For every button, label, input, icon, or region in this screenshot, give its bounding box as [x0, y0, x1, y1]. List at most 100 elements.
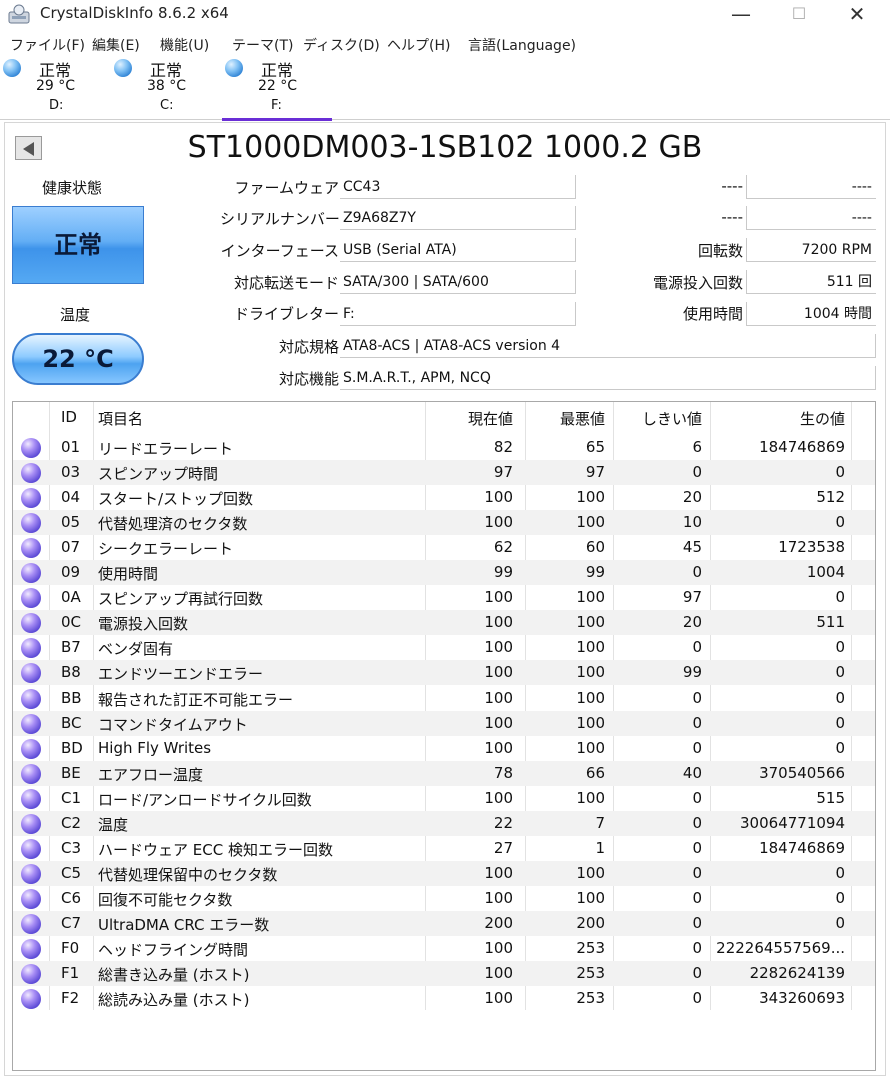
table-row[interactable]: 01 リードエラーレート 82 65 6 184746869: [13, 435, 875, 460]
menu-bar: ファイル(F) 編集(E) 機能(U) テーマ(T) ディスク(D) ヘルプ(H…: [0, 32, 890, 56]
cell-worst: 60: [585, 538, 605, 557]
cell-raw: 0: [835, 863, 845, 882]
close-button[interactable]: ✕: [828, 0, 886, 30]
table-row[interactable]: 07 シークエラーレート 62 60 45 1723538: [13, 535, 875, 560]
cell-name: 使用時間: [98, 565, 159, 584]
table-row[interactable]: F1 総書き込み量 (ホスト) 100 253 0 2282624139: [13, 961, 875, 987]
drive-tab-c[interactable]: 正常 38 °C C:: [111, 56, 221, 120]
attribute-status-icon: [21, 863, 41, 884]
cell-id: 09: [61, 563, 81, 582]
cell-id: 0A: [61, 588, 81, 607]
drive-tab-f[interactable]: 正常 22 °C F:: [222, 56, 332, 121]
power-on-count-value: 511 回: [746, 270, 876, 294]
table-row[interactable]: F2 総読み込み量 (ホスト) 100 253 0 343260693: [13, 986, 875, 1011]
table-row[interactable]: BC コマンドタイムアウト 100 100 0 0: [13, 710, 875, 736]
drive-letter: D:: [49, 98, 64, 113]
table-row[interactable]: 0C 電源投入回数 100 100 20 511: [13, 610, 875, 636]
table-row[interactable]: BD High Fly Writes 100 100 0 0: [13, 736, 875, 761]
cell-id: F1: [61, 964, 80, 983]
cell-worst: 100: [576, 588, 605, 607]
cell-name: 総書き込み量 (ホスト): [98, 966, 250, 985]
cell-current: 100: [484, 738, 513, 757]
attribute-status-icon: [21, 663, 41, 684]
cell-name: スタート/ストップ回数: [98, 490, 254, 509]
minimize-button[interactable]: —: [712, 0, 770, 30]
header-id[interactable]: ID: [61, 408, 77, 426]
header-name[interactable]: 項目名: [98, 408, 143, 429]
cell-id: 07: [61, 538, 81, 557]
smart-table[interactable]: ID 項目名 現在値 最悪値 しきい値 生の値 01 リードエラーレート 82 65 6…: [12, 401, 876, 1071]
table-row[interactable]: C7 UltraDMA CRC エラー数 200 200 0 0: [13, 910, 875, 936]
cell-name: コマンドタイムアウト: [98, 715, 248, 734]
menu-help[interactable]: ヘルプ(H): [387, 35, 450, 55]
cell-threshold: 0: [692, 888, 702, 907]
table-row[interactable]: C3 ハードウェア ECC 検知エラー回数 27 1 0 184746869: [13, 836, 875, 861]
drive-temperature: 38 °C: [147, 78, 187, 94]
table-row[interactable]: C1 ロード/アンロードサイクル回数 100 100 0 515: [13, 786, 875, 811]
menu-theme[interactable]: テーマ(T): [232, 35, 293, 55]
attribute-status-icon: [21, 989, 41, 1010]
table-row[interactable]: C6 回復不可能セクタ数 100 100 0 0: [13, 886, 875, 911]
cell-current: 100: [484, 613, 513, 632]
cell-worst: 100: [576, 788, 605, 807]
table-row[interactable]: BB 報告された訂正不可能エラー 100 100 0 0: [13, 686, 875, 711]
cell-name: 電源投入回数: [98, 615, 189, 634]
cell-id: 01: [61, 438, 81, 456]
cell-worst: 66: [585, 763, 605, 782]
cell-id: C1: [61, 788, 82, 807]
header-worst[interactable]: 最悪値: [525, 408, 605, 429]
menu-file[interactable]: ファイル(F): [10, 35, 85, 55]
maximize-button[interactable]: ☐: [770, 0, 828, 30]
cell-current: 78: [493, 763, 513, 782]
menu-disk[interactable]: ディスク(D): [303, 35, 380, 55]
drive-tabs: 正常 29 °C D: 正常 38 °C C: 正常 22 °C F:: [0, 56, 890, 121]
power-on-count-label: 電源投入回数: [652, 274, 743, 292]
title-bar: CrystalDiskInfo 8.6.2 x64 — ☐ ✕: [0, 0, 890, 30]
firmware-value: CC43: [340, 175, 576, 199]
table-row[interactable]: C2 温度 22 7 0 30064771094: [13, 810, 875, 836]
table-row[interactable]: B8 エンドツーエンドエラー 100 100 99 0: [13, 660, 875, 686]
menu-language[interactable]: 言語(Language): [468, 35, 576, 55]
cell-worst: 200: [576, 913, 605, 932]
table-row[interactable]: 09 使用時間 99 99 0 1004: [13, 560, 875, 586]
attribute-status-icon: [21, 838, 41, 859]
drive-tab-d[interactable]: 正常 29 °C D:: [0, 56, 110, 120]
menu-function[interactable]: 機能(U): [160, 35, 209, 55]
menu-edit[interactable]: 編集(E): [92, 35, 140, 55]
table-row[interactable]: 03 スピンアップ時間 97 97 0 0: [13, 460, 875, 486]
cell-current: 99: [493, 563, 513, 582]
attribute-status-icon: [21, 713, 41, 734]
header-current[interactable]: 現在値: [425, 408, 513, 429]
table-row[interactable]: BE エアフロー温度 78 66 40 370540566: [13, 760, 875, 786]
cell-threshold: 10: [682, 513, 702, 532]
table-row[interactable]: 05 代替処理済のセクタ数 100 100 10 0: [13, 510, 875, 536]
drive-temperature: 29 °C: [36, 78, 76, 94]
temperature-display[interactable]: 22 °C: [12, 333, 144, 385]
cell-raw: 2282624139: [749, 964, 845, 983]
previous-disk-button[interactable]: [15, 136, 42, 160]
cell-id: C7: [61, 913, 82, 932]
header-threshold[interactable]: しきい値: [613, 408, 702, 429]
firmware-label: ファームウェア: [234, 179, 339, 197]
drive-temperature: 22 °C: [258, 78, 298, 94]
standard-label: 対応規格: [278, 338, 339, 356]
table-row[interactable]: B7 ベンダ固有 100 100 0 0: [13, 635, 875, 660]
cell-current: 100: [484, 638, 513, 657]
cell-current: 100: [484, 588, 513, 607]
table-row[interactable]: C5 代替処理保留中のセクタ数 100 100 0 0: [13, 860, 875, 886]
cell-name: 代替処理保留中のセクタ数: [98, 865, 278, 884]
cell-name: スピンアップ再試行回数: [98, 590, 264, 609]
table-row[interactable]: 0A スピンアップ再試行回数 100 100 97 0: [13, 585, 875, 610]
attribute-status-icon: [21, 763, 41, 784]
cell-current: 82: [493, 438, 513, 456]
cell-raw: 0: [835, 738, 845, 757]
table-row[interactable]: 04 スタート/ストップ回数 100 100 20 512: [13, 485, 875, 510]
cell-worst: 100: [576, 488, 605, 507]
health-status-button[interactable]: 正常: [12, 206, 144, 284]
table-row[interactable]: F0 ヘッドフライング時間 100 253 0 222264557569...: [13, 936, 875, 961]
attribute-status-icon: [21, 488, 41, 509]
header-raw[interactable]: 生の値: [710, 408, 845, 429]
cell-id: BC: [61, 713, 82, 732]
attribute-status-icon: [21, 538, 41, 559]
cell-current: 100: [484, 663, 513, 682]
